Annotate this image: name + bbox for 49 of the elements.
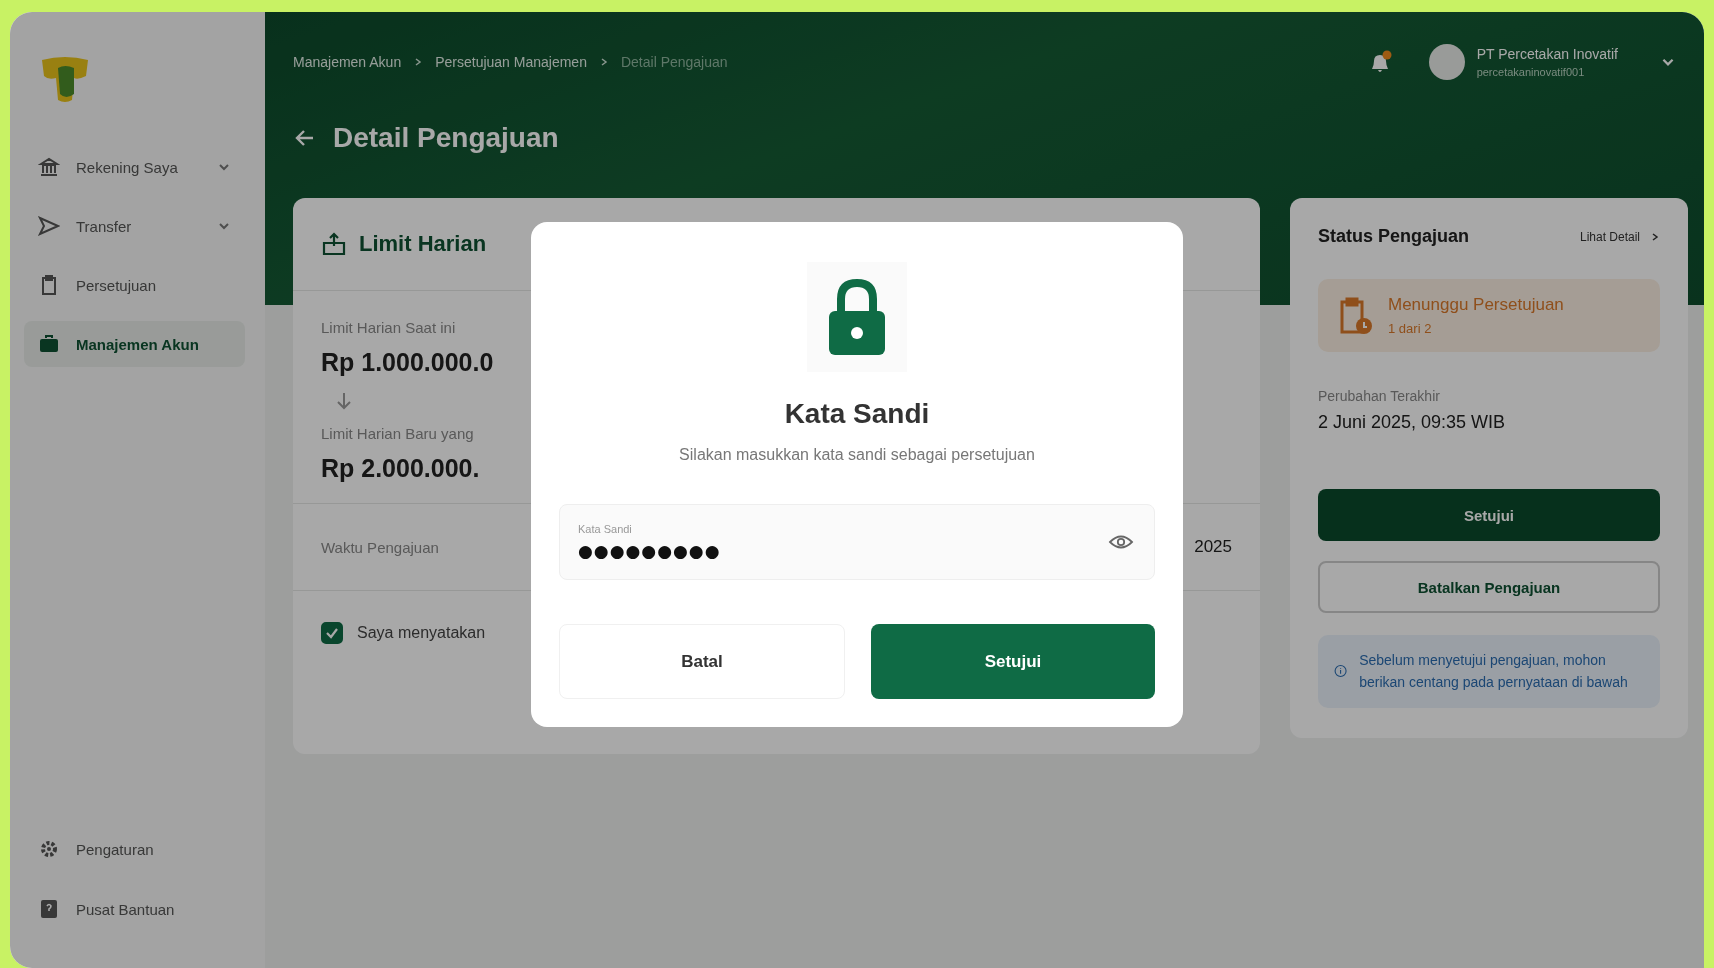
sidebar-item[interactable]: Manajemen Akun: [24, 321, 245, 367]
dialog-title: Kata Sandi: [784, 398, 930, 430]
approve-button[interactable]: Setujui: [871, 624, 1155, 699]
check-icon: [325, 626, 339, 640]
amount-value: Rp 1.000.000.0: [321, 348, 494, 377]
field-label: Waktu Pengajuan: [321, 538, 439, 556]
field-label: Limit Harian Baru yang: [321, 425, 474, 442]
dialog-subtitle: Silakan masukkan kata sandi sebagai persetujuan: [679, 446, 1035, 464]
password-field[interactable]: Kata Sandi ●●●●●●●●●: [559, 504, 1155, 580]
breadcrumb-link[interactable]: Manajemen Akun: [293, 54, 402, 70]
clipboard-clock-icon: [1338, 295, 1374, 336]
checkbox-label: Saya menyatakan: [357, 624, 486, 642]
briefcase-icon: [38, 333, 60, 355]
info-text: Sebelum menyetujui pengajuan, mohon berikan centang pada pernyataan di bawah: [1359, 651, 1629, 693]
checkbox[interactable]: [321, 622, 343, 644]
upload-box-icon: [321, 231, 347, 257]
bank-icon: [38, 156, 60, 178]
breadcrumb-link[interactable]: Persetujuan Manajemen: [435, 54, 587, 70]
sidebar-item[interactable]: Transfer: [24, 203, 245, 249]
send-icon: [38, 215, 60, 237]
eye-icon[interactable]: [1108, 533, 1134, 551]
sidebar-item[interactable]: Persetujuan: [24, 262, 245, 308]
help-book-icon: [38, 898, 60, 920]
card-title: Status Pengajuan: [1318, 226, 1471, 247]
field-value: 2 Juni 2025, 09:35 WIB: [1318, 412, 1506, 433]
card-title: Limit Harian: [359, 231, 487, 257]
field-label: Limit Harian Saat ini: [321, 319, 456, 336]
page-title: Detail Pengajuan: [333, 122, 559, 154]
arrow-down-icon: [335, 391, 353, 411]
cancel-request-button[interactable]: Batalkan Pengajuan: [1318, 561, 1660, 613]
sidebar-item[interactable]: Pusat Bantuan: [24, 886, 245, 932]
account-username: percetakaninovatif001: [1476, 66, 1586, 78]
settings-icon: [38, 838, 60, 860]
status-label: Menunggu Persetujuan: [1388, 295, 1564, 315]
sidebar-item[interactable]: Rekening Saya: [24, 144, 245, 190]
field-label: Perubahan Terakhir: [1318, 388, 1440, 404]
account-name: PT Percetakan Inovatif: [1476, 46, 1618, 62]
detail-link[interactable]: Lihat Detail: [1579, 229, 1640, 244]
chevron-right-icon: [413, 57, 424, 67]
approve-button[interactable]: Setujui: [1318, 489, 1660, 541]
sidebar-item[interactable]: Pengaturan: [24, 826, 245, 872]
amount-value: Rp 2.000.000.: [321, 454, 480, 483]
avatar-icon: [1428, 44, 1465, 80]
chevron-right-icon: [1650, 231, 1660, 242]
field-value: 2025: [1194, 537, 1232, 557]
breadcrumb-link[interactable]: Detail Pengajuan: [620, 54, 728, 70]
approval-count: 1 dari 2: [1388, 321, 1433, 336]
cancel-button[interactable]: Batal: [559, 624, 845, 699]
account-menu[interactable]: PT Percetakan Inovatif percetakaninovatif001: [1428, 44, 1676, 80]
